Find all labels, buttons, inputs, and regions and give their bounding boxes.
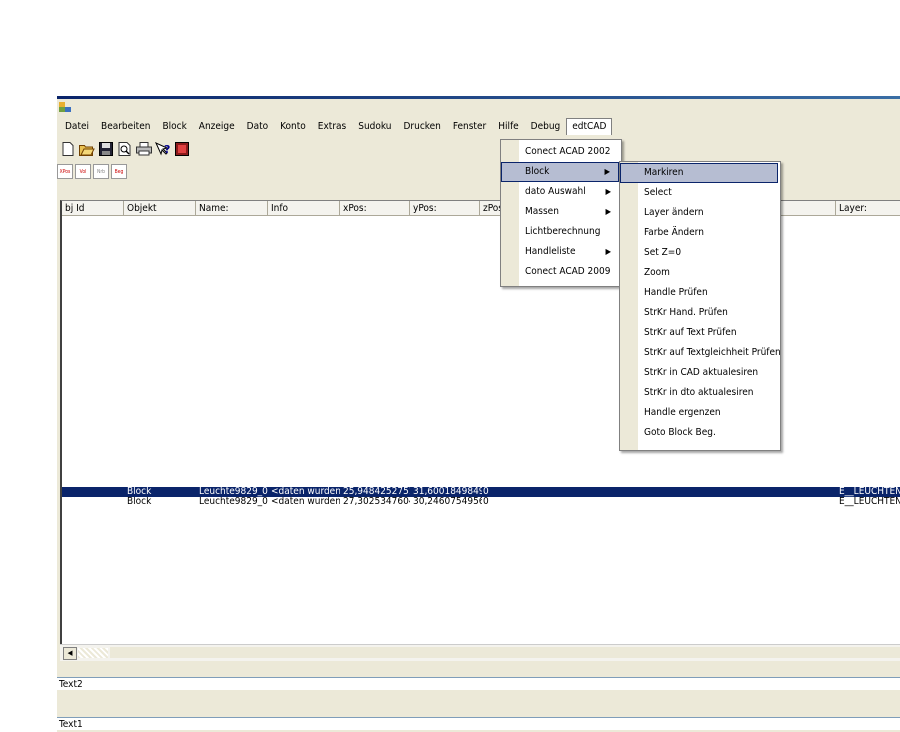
submenu-item-handle-pruefen[interactable]: Handle Prüfen xyxy=(620,283,778,303)
cell-objekt: Block xyxy=(127,497,152,507)
cell-layer: E__LEUCHTEN xyxy=(839,497,900,507)
menu-item-lichtberechnung[interactable]: Lichtberechnung xyxy=(501,222,619,242)
submenu-arrow-icon: ▶ xyxy=(605,187,611,196)
cell-ypos: 31,6001849849... xyxy=(413,487,482,497)
column-header-name[interactable]: Name: xyxy=(196,201,268,216)
text2-field[interactable]: Text2 xyxy=(57,677,900,690)
open-folder-icon[interactable] xyxy=(78,140,96,158)
submenu-arrow-icon: ▶ xyxy=(605,207,611,216)
menu-fenster[interactable]: Fenster xyxy=(447,119,492,134)
cell-name: Leuchte9829_09 xyxy=(199,487,268,497)
cell-info: <daten wurden ... xyxy=(271,487,340,497)
cell-xpos: 25,948425275129 xyxy=(343,487,410,497)
text1-field[interactable]: Text1 xyxy=(57,717,900,730)
menu-bar: Datei Bearbeiten Block Anzeige Dato Kont… xyxy=(57,116,900,136)
menu-item-label: Block xyxy=(525,166,550,177)
nrb-tool-button[interactable]: Nrb xyxy=(93,164,109,179)
submenu-item-markiren[interactable]: Markiren xyxy=(620,163,778,183)
submenu-item-layer-aendern[interactable]: Layer ändern xyxy=(620,203,778,223)
secondary-toolbar: XPos Vol Nrb Beg xyxy=(57,164,127,180)
submenu-item-strkr-text-pruefen[interactable]: StrKr auf Text Prüfen xyxy=(620,323,778,343)
menu-item-label: Handleliste xyxy=(525,246,576,257)
help-icon[interactable]: ? xyxy=(154,140,172,158)
menu-dato[interactable]: Dato xyxy=(241,119,274,134)
column-header-info[interactable]: Info xyxy=(268,201,340,216)
beg-tool-button[interactable]: Beg xyxy=(111,164,127,179)
xpos-tool-button[interactable]: XPos xyxy=(57,164,73,179)
menu-drucken[interactable]: Drucken xyxy=(397,119,446,134)
submenu-arrow-icon: ▶ xyxy=(605,247,611,256)
save-icon[interactable] xyxy=(97,140,115,158)
menu-debug[interactable]: Debug xyxy=(525,119,567,134)
submenu-item-strkr-cad-aktualisieren[interactable]: StrKr in CAD aktualesiren xyxy=(620,363,778,383)
menu-item-label: dato Auswahl xyxy=(525,186,586,197)
menu-item-label: Lichtberechnung xyxy=(525,226,601,237)
menu-hilfe[interactable]: Hilfe xyxy=(492,119,524,134)
submenu-item-zoom[interactable]: Zoom xyxy=(620,263,778,283)
menu-item-conect-acad-2002[interactable]: Conect ACAD 2002 xyxy=(501,142,619,162)
submenu-item-handle-ergenzen[interactable]: Handle ergenzen xyxy=(620,403,778,423)
cell-objekt: Block xyxy=(127,487,152,497)
submenu-item-strkr-textgleichheit-pruefen[interactable]: StrKr auf Textgleichheit Prüfen xyxy=(620,343,781,363)
submenu-item-goto-block-beg[interactable]: Goto Block Beg. xyxy=(620,423,778,443)
vol-tool-button[interactable]: Vol xyxy=(75,164,91,179)
column-header-layer[interactable]: Layer: xyxy=(836,201,900,216)
menu-edtcad[interactable]: edtCAD xyxy=(566,117,613,135)
edtcad-dropdown-menu: Conect ACAD 2002 Block ▶ dato Auswahl ▶ Ma… xyxy=(500,139,622,287)
submenu-item-farbe-aendern[interactable]: Farbe Ändern xyxy=(620,223,778,243)
cell-zpos: 0 xyxy=(483,497,489,507)
cell-xpos: 27,3025347604... xyxy=(343,497,410,507)
main-toolbar: ? xyxy=(59,140,191,160)
column-header-xpos[interactable]: xPos: xyxy=(340,201,410,216)
menu-sudoku[interactable]: Sudoku xyxy=(352,119,397,134)
submenu-arrow-icon: ▶ xyxy=(604,167,610,176)
app-icon xyxy=(59,102,71,112)
cell-info: <daten wurden ... xyxy=(271,497,340,507)
submenu-item-strkr-dto-aktualisieren[interactable]: StrKr in dto aktualesiren xyxy=(620,383,778,403)
scroll-left-arrow-icon[interactable]: ◀ xyxy=(63,647,77,660)
column-header-id[interactable]: bj Id xyxy=(62,201,124,216)
menu-extras[interactable]: Extras xyxy=(312,119,352,134)
submenu-item-strkr-hand-pruefen[interactable]: StrKr Hand. Prüfen xyxy=(620,303,778,323)
exit-icon[interactable] xyxy=(173,140,191,158)
menu-item-handleliste[interactable]: Handleliste ▶ xyxy=(501,242,619,262)
table-row[interactable]: Block Leuchte9829_09 <daten wurden ... 2… xyxy=(62,487,900,497)
cell-ypos: 30,2460754956... xyxy=(413,497,482,507)
menu-anzeige[interactable]: Anzeige xyxy=(193,119,241,134)
submenu-item-set-z0[interactable]: Set Z=0 xyxy=(620,243,778,263)
menu-block[interactable]: Block xyxy=(156,119,192,134)
menu-bearbeiten[interactable]: Bearbeiten xyxy=(95,119,156,134)
cell-zpos: 0 xyxy=(483,487,489,497)
column-header-objekt[interactable]: Objekt xyxy=(124,201,196,216)
column-header-ypos[interactable]: yPos: xyxy=(410,201,480,216)
cell-layer: E__LEUCHTEN xyxy=(839,487,900,497)
horizontal-scrollbar[interactable]: ◀ xyxy=(60,644,900,661)
print-preview-icon[interactable] xyxy=(116,140,134,158)
menu-item-conect-acad-2009[interactable]: Conect ACAD 2009 xyxy=(501,262,619,282)
menu-konto[interactable]: Konto xyxy=(274,119,312,134)
new-document-icon[interactable] xyxy=(59,140,77,158)
menu-item-label: Conect ACAD 2009 xyxy=(525,266,611,277)
scrollbar-thumb[interactable] xyxy=(78,648,108,658)
menu-item-label: Massen xyxy=(525,206,559,217)
submenu-item-select[interactable]: Select xyxy=(620,183,778,203)
menu-item-dato-auswahl[interactable]: dato Auswahl ▶ xyxy=(501,182,619,202)
block-submenu: Markiren Select Layer ändern Farbe Änder… xyxy=(619,161,781,451)
menu-datei[interactable]: Datei xyxy=(59,119,95,134)
title-row xyxy=(57,99,900,114)
scrollbar-track[interactable] xyxy=(110,647,900,658)
svg-text:?: ? xyxy=(164,143,170,156)
print-icon[interactable] xyxy=(135,140,153,158)
cell-name: Leuchte9829_09 xyxy=(199,497,268,507)
menu-item-block[interactable]: Block ▶ xyxy=(501,162,619,182)
menu-item-label: Conect ACAD 2002 xyxy=(525,146,611,157)
table-row[interactable]: Block Leuchte9829_09 <daten wurden ... 2… xyxy=(62,497,900,507)
menu-item-massen[interactable]: Massen ▶ xyxy=(501,202,619,222)
